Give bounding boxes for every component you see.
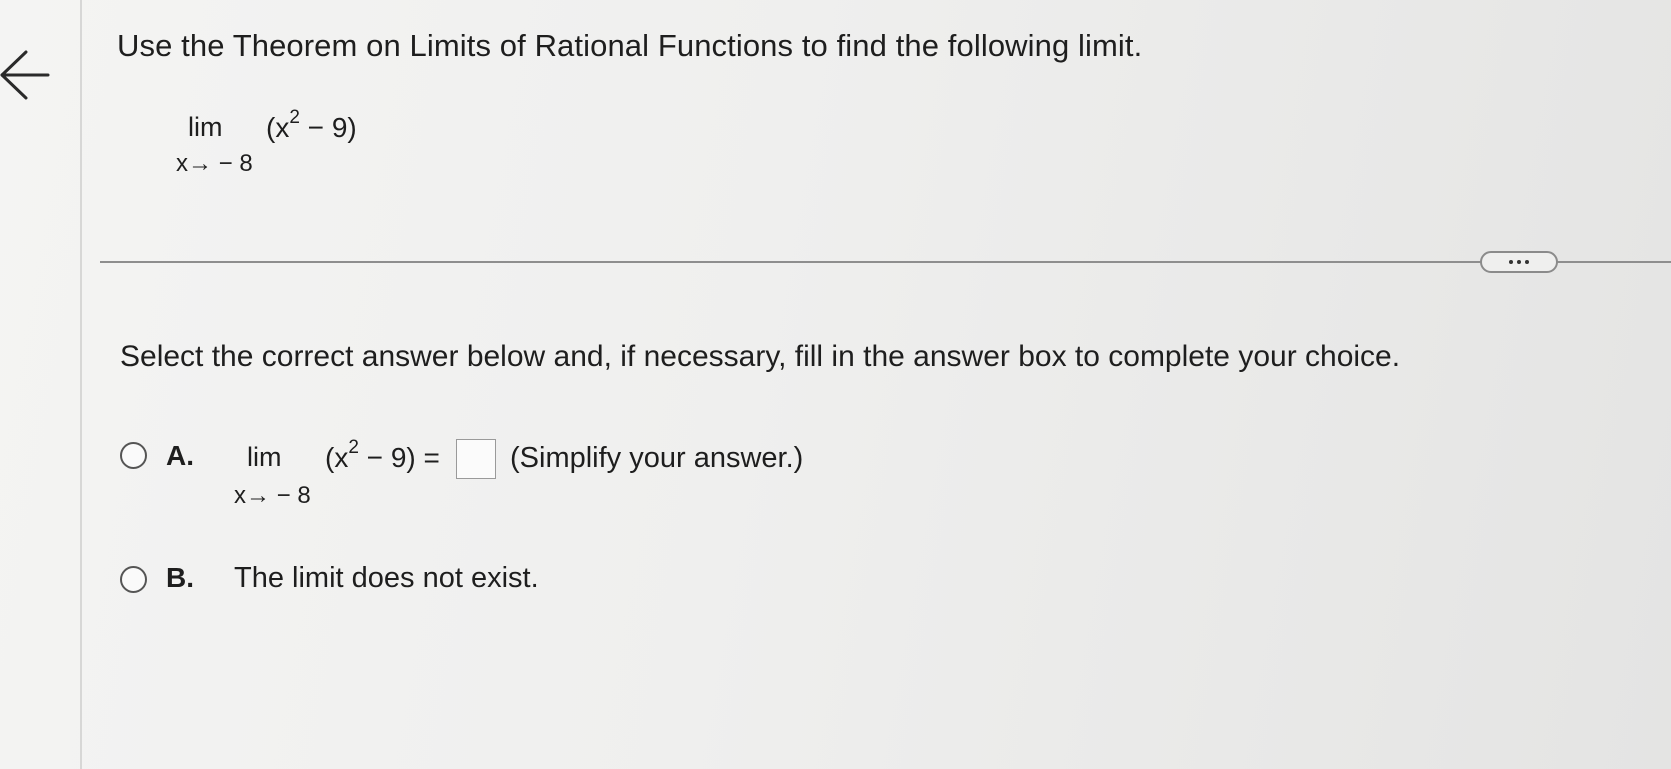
section-divider (100, 261, 1671, 263)
instructions: Select the correct answer below and, if … (120, 340, 1401, 373)
simplify-hint: (Simplify your answer.) (510, 442, 804, 474)
arrow-left-icon[interactable] (0, 48, 50, 102)
question-title: Use the Theorem on Limits of Rational Fu… (117, 28, 1143, 63)
function-base: (x (266, 112, 290, 143)
ellipsis-icon (1525, 260, 1529, 264)
lim-approach: x→ − 8 (234, 482, 311, 509)
radio-option-b[interactable] (120, 566, 147, 593)
option-letter: B. (166, 562, 194, 593)
option-letter: A. (166, 440, 194, 471)
function-rest: − 9) (299, 112, 357, 143)
function-exponent: 2 (289, 106, 300, 128)
ellipsis-icon (1517, 260, 1521, 264)
lim-function: (x2 − 9) = (325, 438, 440, 474)
option-b-text: The limit does not exist. (234, 562, 539, 594)
lim-approach: x→ − 8 (176, 150, 253, 177)
sidebar-edge (80, 0, 82, 769)
answer-input[interactable] (456, 439, 496, 479)
radio-option-a[interactable] (120, 442, 147, 469)
lim-function: (x2 − 9) (266, 108, 357, 144)
lim-word: lim (188, 112, 223, 142)
more-options-button[interactable] (1480, 251, 1558, 273)
function-rest: − 9) = (358, 442, 440, 473)
lim-word: lim (247, 442, 282, 472)
function-base: (x (325, 442, 349, 473)
function-exponent: 2 (348, 436, 359, 458)
ellipsis-icon (1509, 260, 1513, 264)
